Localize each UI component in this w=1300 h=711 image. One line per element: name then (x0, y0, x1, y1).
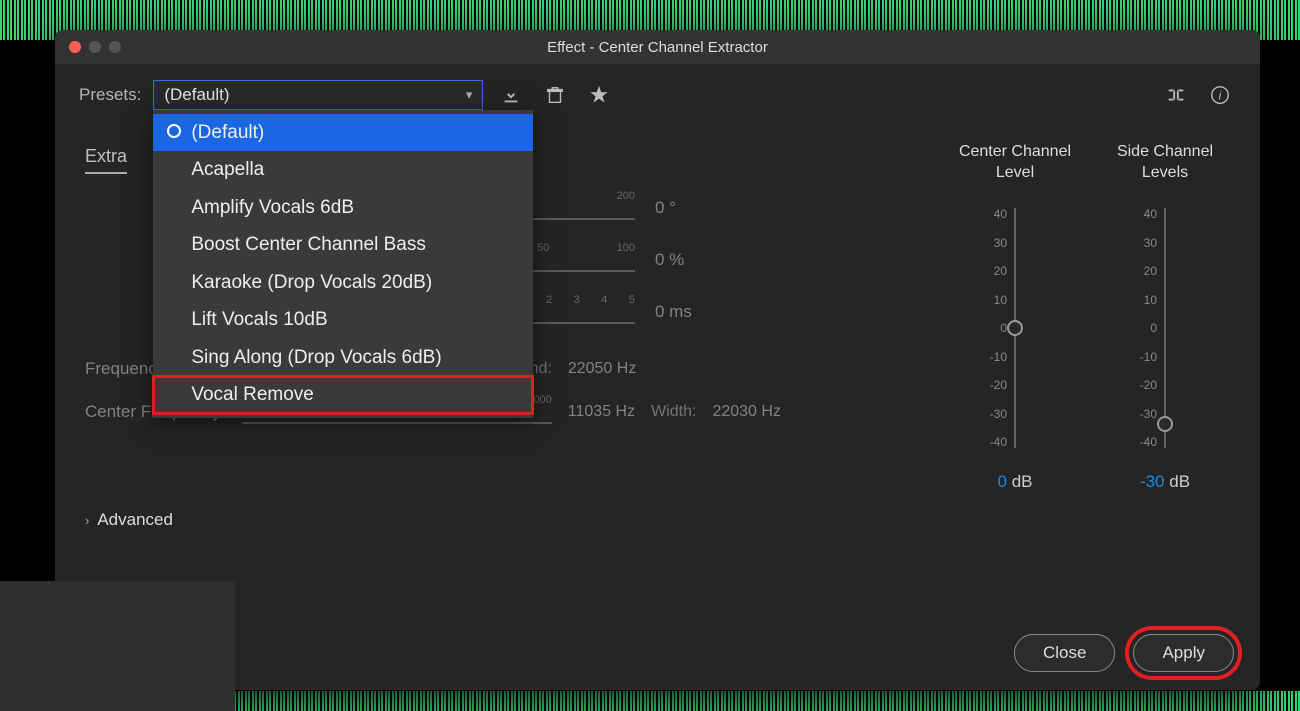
close-button[interactable]: Close (1014, 634, 1115, 672)
right-column: Center Channel Level 403020100-10-20-30-… (950, 132, 1230, 492)
preset-option-karaoke[interactable]: Karaoke (Drop Vocals 20dB) (153, 264, 533, 301)
preset-option-vocal-remove[interactable]: Vocal Remove (153, 376, 533, 413)
tab-extraction[interactable]: Extra (85, 146, 127, 174)
preset-option-amplify[interactable]: Amplify Vocals 6dB (153, 189, 533, 226)
side-level-slider[interactable]: 403020100-10-20-30-40 (1125, 198, 1205, 458)
preset-option-lift[interactable]: Lift Vocals 10dB (153, 301, 533, 338)
center-level-title: Center Channel Level (950, 142, 1080, 184)
preset-selected-value: (Default) (164, 85, 229, 105)
delay-value: 0 ms (655, 302, 745, 322)
chevron-down-icon: ▾ (466, 87, 473, 103)
preset-option-default[interactable]: (Default) (153, 114, 533, 151)
preset-option-sing-along[interactable]: Sing Along (Drop Vocals 6dB) (153, 339, 533, 376)
side-slider-handle[interactable] (1157, 416, 1173, 432)
preset-option-acapella[interactable]: Acapella (153, 151, 533, 188)
pan-value: 0 % (655, 250, 745, 270)
apply-button[interactable]: Apply (1133, 634, 1234, 672)
effect-dialog: Effect - Center Channel Extractor Preset… (55, 30, 1260, 690)
center-level-slider[interactable]: 403020100-10-20-30-40 (975, 198, 1055, 458)
dialog-footer: Close Apply (1014, 634, 1234, 672)
side-level-title: Side Channel Levels (1100, 142, 1230, 184)
side-level-value: -30 dB (1100, 472, 1230, 492)
dialog-title: Effect - Center Channel Extractor (55, 39, 1260, 56)
center-level-value: 0 dB (950, 472, 1080, 492)
center-channel-slider-col: Center Channel Level 403020100-10-20-30-… (950, 142, 1080, 492)
titlebar: Effect - Center Channel Extractor (55, 30, 1260, 64)
preset-dropdown-trigger[interactable]: (Default) ▾ (153, 80, 483, 110)
end-value: 22050 Hz (568, 360, 637, 378)
width-label: Width: (651, 403, 696, 421)
preset-toolbar: Presets: (Default) ▾ (Default) Acapella … (55, 64, 1260, 122)
favorite-button[interactable] (583, 80, 615, 110)
advanced-section-toggle[interactable]: › Advanced (55, 492, 1260, 548)
width-value: 22030 Hz (712, 403, 781, 421)
angle-value: 0 ° (655, 198, 745, 218)
center-freq-value: 11035 Hz (568, 403, 635, 421)
center-slider-handle[interactable] (1007, 320, 1023, 336)
advanced-label: Advanced (97, 510, 173, 530)
preset-select-wrapper: (Default) ▾ (Default) Acapella Amplify V… (153, 80, 483, 110)
delete-preset-button[interactable] (539, 80, 571, 110)
preset-option-boost-bass[interactable]: Boost Center Channel Bass (153, 226, 533, 263)
preset-dropdown-menu: (Default) Acapella Amplify Vocals 6dB Bo… (153, 110, 533, 418)
save-preset-button[interactable] (495, 80, 527, 110)
side-channel-slider-col: Side Channel Levels 403020100-10-20-30-4… (1100, 142, 1230, 492)
info-icon[interactable]: i (1204, 80, 1236, 110)
presets-label: Presets: (79, 85, 141, 105)
svg-text:i: i (1219, 89, 1222, 103)
routing-icon[interactable] (1160, 80, 1192, 110)
chevron-right-icon: › (85, 513, 89, 528)
bottom-left-panel (0, 581, 235, 711)
